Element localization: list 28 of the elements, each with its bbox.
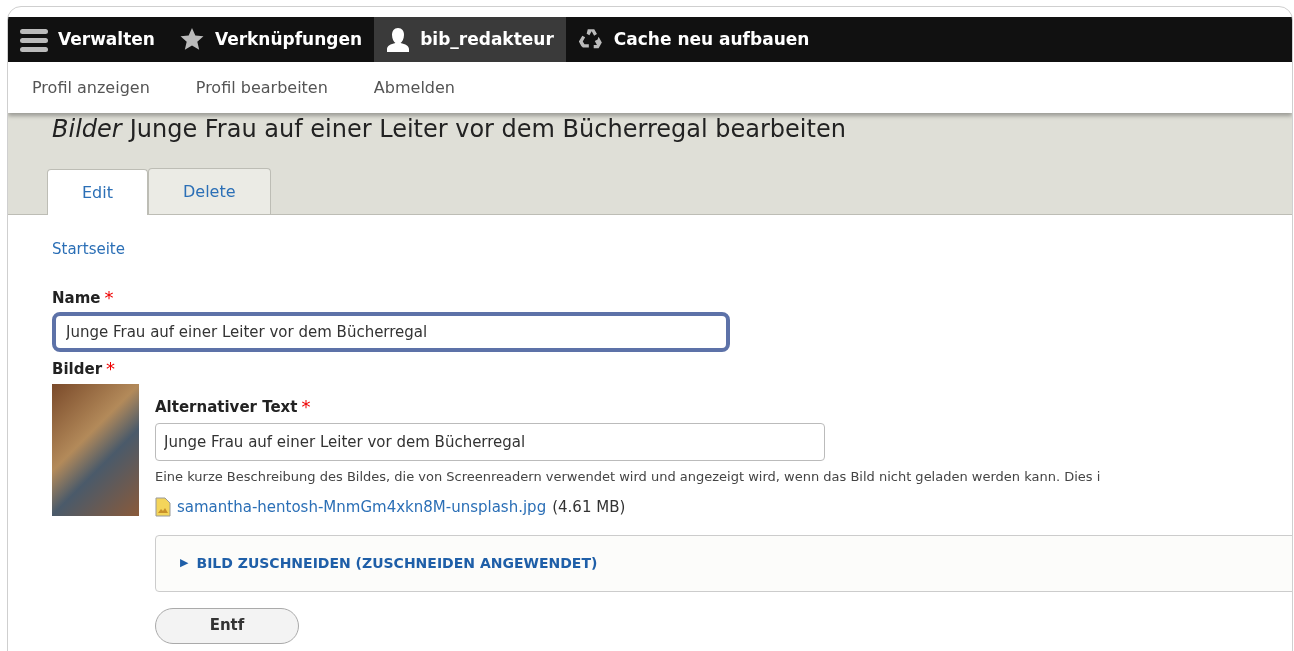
breadcrumb-link[interactable]: Startseite (52, 240, 125, 258)
tray-link[interactable]: Profil bearbeiten (195, 75, 328, 100)
tray-link[interactable]: Profil anzeigen (32, 75, 150, 100)
field-label: Alternativer Text (155, 397, 298, 418)
crop-section-toggle[interactable]: ▶ BILD ZUSCHNEIDEN (ZUSCHNEIDEN ANGEWENDET) (155, 534, 1292, 592)
toolbar-item[interactable]: Verknüpfungen (166, 17, 375, 62)
page-title: Bilder Junge Frau auf einer Leiter vor dem Bücherregal bearbeiten (51, 114, 847, 143)
star-icon (178, 27, 205, 52)
menu-icon (20, 27, 48, 52)
tab[interactable]: Delete (148, 168, 271, 214)
file-link[interactable]: samantha-hentosh-MnmGm4xkn8M-unsplash.jpg (177, 496, 547, 519)
required-marker: * (104, 289, 114, 308)
field-label: Name (52, 288, 101, 309)
remove-button[interactable]: Entf (155, 607, 299, 644)
toolbar-item[interactable]: Verwalten (8, 17, 167, 62)
user-icon (386, 26, 411, 53)
required-marker: * (301, 398, 311, 417)
name-input-field[interactable]: Junge Frau auf einer Leiter vor dem Bücherregal (52, 311, 730, 352)
toolbar-item[interactable]: bib_redakteur (374, 17, 566, 62)
toolbar-item[interactable]: Cache neu aufbauen (565, 17, 822, 62)
image-file-icon (155, 497, 171, 518)
tab[interactable]: Edit (47, 169, 148, 215)
field-description: Eine kurze Beschreibung des Bildes, die von Screenreadern verwendet wird und angezeigt wird, wenn das Bild nicht geladen werden kann. Dies i (155, 467, 1102, 486)
alt-text-input-field[interactable]: Junge Frau auf einer Leiter vor dem Bücherregal (155, 422, 825, 461)
field-label: Bilder (52, 358, 103, 380)
required-marker: * (106, 359, 116, 378)
tray-link[interactable]: Abmelden (373, 75, 455, 100)
file-size: (4.61 MB) (552, 497, 626, 518)
